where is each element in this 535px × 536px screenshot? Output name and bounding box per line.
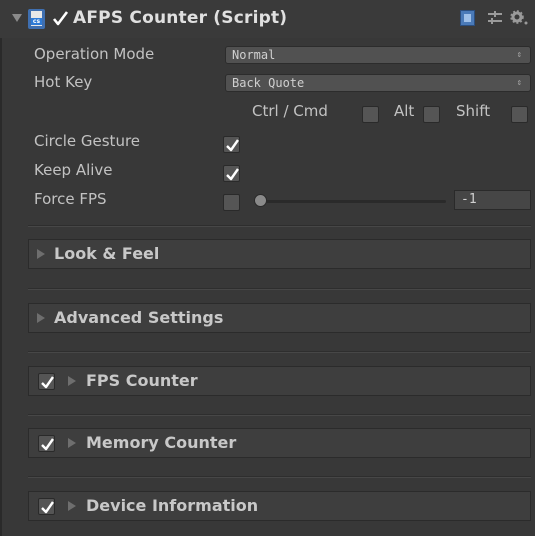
circle-gesture-label: Circle Gesture xyxy=(34,132,141,150)
fps-counter-enabled-checkbox[interactable] xyxy=(38,373,55,390)
foldout-arrow-icon xyxy=(68,501,76,511)
memory-counter-title: Memory Counter xyxy=(86,433,237,452)
foldout-arrow-icon xyxy=(37,313,45,323)
circle-gesture-checkbox[interactable] xyxy=(223,136,240,153)
dropdown-arrows-icon: ⇕ xyxy=(516,78,522,88)
fold-arrow-icon[interactable] xyxy=(12,14,22,22)
operation-mode-value: Normal xyxy=(232,48,276,62)
device-information-enabled-checkbox[interactable] xyxy=(38,498,55,515)
shift-checkbox[interactable] xyxy=(511,106,528,123)
operation-mode-dropdown[interactable]: Normal ⇕ xyxy=(225,46,531,64)
alt-checkbox[interactable] xyxy=(423,106,440,123)
fps-counter-title: FPS Counter xyxy=(86,371,198,390)
checkmark-icon xyxy=(41,501,54,514)
memory-counter-section[interactable]: Memory Counter xyxy=(28,428,531,458)
divider xyxy=(28,226,531,227)
gear-icon[interactable] xyxy=(510,10,528,30)
hot-key-value: Back Quote xyxy=(232,76,305,90)
dropdown-arrows-icon: ⇕ xyxy=(516,50,522,60)
advanced-settings-title: Advanced Settings xyxy=(54,308,224,327)
force-fps-slider-thumb[interactable] xyxy=(254,194,267,207)
component-enabled-checkbox[interactable] xyxy=(52,10,69,27)
divider xyxy=(28,289,531,290)
foldout-arrow-icon xyxy=(68,376,76,386)
divider xyxy=(28,415,531,416)
device-information-title: Device Information xyxy=(86,496,259,515)
device-information-section[interactable]: Device Information xyxy=(28,491,531,521)
divider xyxy=(28,352,531,353)
help-book-icon[interactable] xyxy=(460,10,475,26)
checkmark-icon xyxy=(226,139,239,152)
ctrl-cmd-checkbox[interactable] xyxy=(362,106,379,123)
checkmark-icon xyxy=(52,11,69,26)
advanced-settings-section[interactable]: Advanced Settings xyxy=(28,303,531,333)
checkmark-icon xyxy=(41,438,54,451)
foldout-arrow-icon xyxy=(68,438,76,448)
fps-counter-section[interactable]: FPS Counter xyxy=(28,366,531,396)
component-header[interactable]: cs AFPS Counter (Script) xyxy=(0,0,535,38)
foldout-arrow-icon xyxy=(37,249,45,259)
memory-counter-enabled-checkbox[interactable] xyxy=(38,435,55,452)
force-fps-value-field[interactable]: -1 xyxy=(454,190,531,210)
component-title: AFPS Counter (Script) xyxy=(73,8,288,28)
shift-label: Shift xyxy=(456,102,491,120)
force-fps-checkbox[interactable] xyxy=(223,194,240,211)
checkmark-icon xyxy=(226,168,239,181)
alt-label: Alt xyxy=(394,102,415,120)
presets-icon[interactable] xyxy=(487,10,503,30)
look-feel-section[interactable]: Look & Feel xyxy=(28,239,531,269)
ctrl-cmd-label: Ctrl / Cmd xyxy=(252,102,328,120)
keep-alive-label: Keep Alive xyxy=(34,161,113,179)
force-fps-label: Force FPS xyxy=(34,190,107,208)
force-fps-slider-track[interactable] xyxy=(260,200,446,203)
keep-alive-checkbox[interactable] xyxy=(223,165,240,182)
hot-key-dropdown[interactable]: Back Quote ⇕ xyxy=(225,74,531,92)
hot-key-label: Hot Key xyxy=(34,73,93,91)
operation-mode-label: Operation Mode xyxy=(34,45,155,63)
look-feel-title: Look & Feel xyxy=(54,244,160,263)
checkmark-icon xyxy=(41,376,54,389)
divider xyxy=(28,477,531,478)
cs-script-icon: cs xyxy=(28,9,45,29)
